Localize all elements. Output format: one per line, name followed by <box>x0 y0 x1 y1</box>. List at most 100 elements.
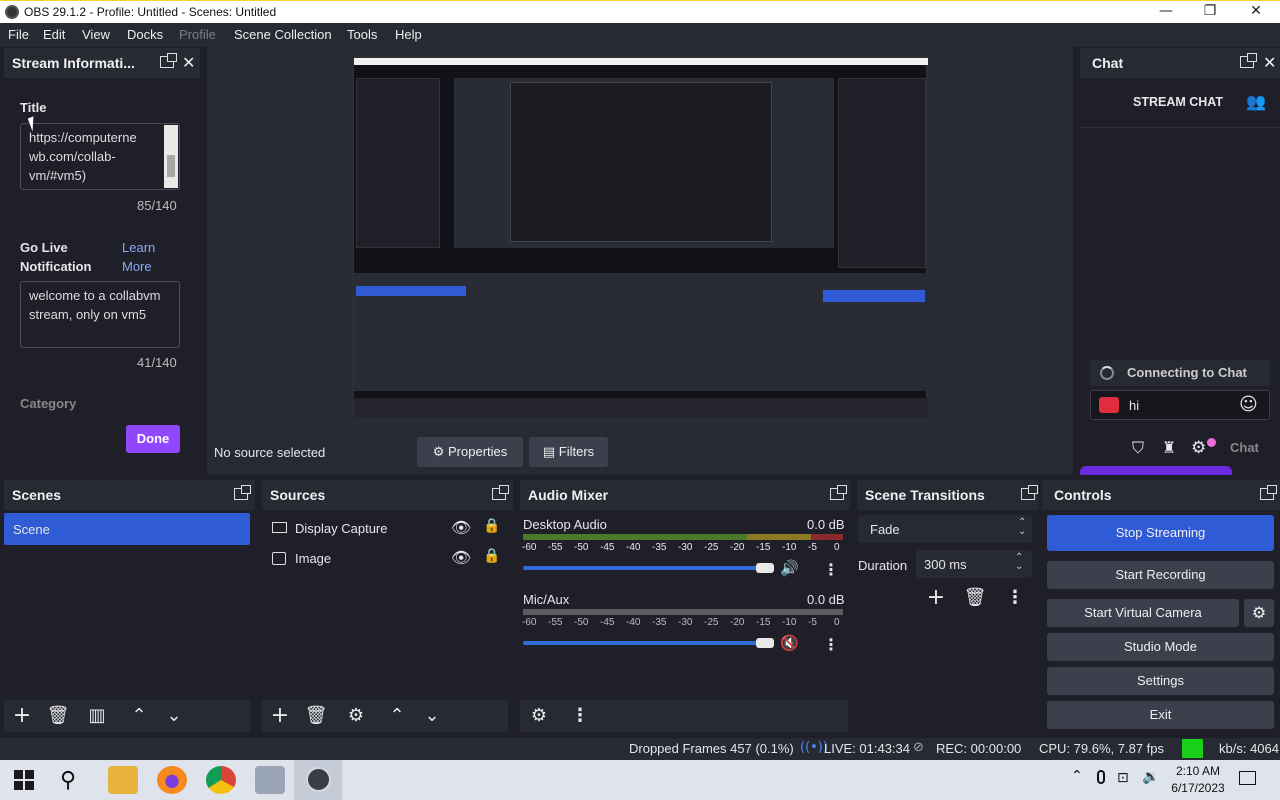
done-button[interactable]: Done <box>126 425 180 453</box>
add-source-icon[interactable]: + <box>267 704 293 728</box>
exit-button[interactable]: Exit <box>1047 701 1274 729</box>
chat-send-button[interactable]: Chat <box>1230 440 1259 455</box>
transitions-header: Scene Transitions <box>857 480 1039 510</box>
transition-select[interactable]: Fade ⌃ ⌄ <box>858 515 1032 543</box>
maximize-button[interactable]: ❐ <box>1190 3 1230 23</box>
firefox-icon[interactable] <box>157 766 187 794</box>
meter-tick-label: -40 <box>626 542 641 553</box>
source-properties-icon[interactable]: ⚙ <box>343 704 369 728</box>
properties-button[interactable]: ⚙ Properties <box>417 437 523 467</box>
meter-tick-label: -50 <box>574 542 589 553</box>
move-down-icon[interactable]: ⌄ <box>419 704 445 728</box>
more-options-icon[interactable]: ⋮ <box>823 635 839 654</box>
scenes-title: Scenes <box>12 487 62 503</box>
preview-toolbar: No source selected ⚙ Properties ▤ Filter… <box>207 430 1073 475</box>
shield-icon[interactable]: ⛉ <box>1132 438 1144 458</box>
speaker-icon[interactable]: 🔊 <box>780 559 799 577</box>
add-transition-icon[interactable]: + <box>923 586 949 610</box>
transition-menu-icon[interactable]: ⋮ <box>1002 586 1028 610</box>
close-dock-icon[interactable]: ✕ <box>182 53 195 72</box>
gift-icon[interactable]: ♜ <box>1162 438 1176 457</box>
title-input[interactable]: https://computerne wb.com/collab-vm/#vm5… <box>20 123 180 190</box>
start-recording-button[interactable]: Start Recording <box>1047 561 1274 589</box>
volume-slider-handle[interactable] <box>756 563 774 573</box>
float-dock-icon[interactable] <box>1021 485 1038 500</box>
chrome-icon[interactable] <box>206 766 236 794</box>
filters-button[interactable]: ▤ Filters <box>529 437 608 467</box>
remove-source-icon[interactable]: 🗑 <box>303 704 329 728</box>
network-icon[interactable]: ⊡ <box>1117 770 1129 786</box>
remove-transition-icon[interactable]: 🗑 <box>962 586 988 610</box>
lock-icon[interactable]: 🔒 <box>483 548 500 564</box>
minimize-button[interactable]: — <box>1146 3 1186 23</box>
add-scene-icon[interactable]: + <box>9 704 35 728</box>
clock[interactable]: 2:10 AM 6/17/2023 <box>1168 763 1228 797</box>
menu-view[interactable]: View <box>82 27 110 42</box>
controls-title: Controls <box>1054 487 1112 503</box>
advanced-audio-icon[interactable]: ⚙ <box>526 704 552 728</box>
duration-spinbox[interactable]: 300 ms ⌃ ⌄ <box>916 550 1032 578</box>
golive-input[interactable]: welcome to a collabvm stream, only on vm… <box>20 281 180 348</box>
search-icon[interactable]: ⚲ <box>60 768 76 793</box>
meter-tick-label: -60 <box>522 542 537 553</box>
menu-docks[interactable]: Docks <box>127 27 163 42</box>
meter-tick-label: -30 <box>678 617 693 628</box>
visibility-eye-icon[interactable]: 👁 <box>451 548 471 567</box>
close-dock-icon[interactable]: ✕ <box>1263 53 1276 72</box>
stop-streaming-button[interactable]: Stop Streaming <box>1047 515 1274 551</box>
muted-speaker-icon[interactable]: 🔇 <box>780 634 799 652</box>
clock-time: 2:10 AM <box>1175 764 1221 778</box>
meter-tick-label: -20 <box>730 617 745 628</box>
scene-list-item[interactable]: Scene <box>4 513 250 545</box>
menu-scene-collection[interactable]: Scene Collection <box>234 27 332 42</box>
float-dock-icon[interactable] <box>492 485 509 500</box>
obs-taskbar-active[interactable] <box>294 760 342 800</box>
channel-db: 0.0 dB <box>807 517 845 532</box>
source-item[interactable]: Display Capture 👁 🔒 <box>262 515 510 543</box>
menu-file[interactable]: File <box>8 27 29 42</box>
menu-edit[interactable]: Edit <box>43 27 65 42</box>
float-dock-icon[interactable] <box>160 53 177 68</box>
emoji-icon[interactable]: ☺ <box>1239 394 1258 415</box>
move-up-icon[interactable]: ⌃ <box>126 704 152 728</box>
chat-input[interactable]: hi ☺ <box>1090 390 1270 420</box>
float-dock-icon[interactable] <box>830 485 847 500</box>
chat-topbar: STREAM CHAT 👥 <box>1080 78 1280 128</box>
mixer-menu-icon[interactable]: ⋮ <box>567 704 593 728</box>
settings-gear-icon[interactable]: ⚙ <box>1191 438 1206 458</box>
windows-start-icon[interactable] <box>14 770 34 790</box>
move-up-icon[interactable]: ⌃ <box>384 704 410 728</box>
camera-icon <box>1099 397 1119 413</box>
float-dock-icon[interactable] <box>234 485 251 500</box>
remove-scene-icon[interactable]: 🗑 <box>45 704 71 728</box>
close-button[interactable]: ✕ <box>1236 3 1276 23</box>
float-dock-icon[interactable] <box>1240 53 1257 68</box>
tray-chevron-icon[interactable]: ⌃ <box>1071 768 1083 784</box>
volume-icon[interactable]: 🔉 <box>1142 769 1159 785</box>
volume-slider[interactable] <box>523 566 764 570</box>
notifications-icon[interactable] <box>1239 771 1256 785</box>
float-dock-icon[interactable] <box>1260 485 1277 500</box>
scene-filters-icon[interactable]: ▥ <box>84 704 110 728</box>
learn-more-link[interactable]: Learn More <box>122 238 172 276</box>
preview-area[interactable] <box>207 47 1073 475</box>
microphone-icon[interactable] <box>1097 770 1105 784</box>
control-panel-icon[interactable] <box>255 766 285 794</box>
virtual-camera-settings-icon[interactable]: ⚙ <box>1244 599 1274 627</box>
menu-profile[interactable]: Profile <box>179 27 216 42</box>
settings-button[interactable]: Settings <box>1047 667 1274 695</box>
more-options-icon[interactable]: ⋮ <box>823 560 839 579</box>
title-scrollbar[interactable] <box>164 125 178 188</box>
volume-slider-handle[interactable] <box>756 638 774 648</box>
file-explorer-icon[interactable] <box>108 766 138 794</box>
menu-tools[interactable]: Tools <box>347 27 377 42</box>
studio-mode-button[interactable]: Studio Mode <box>1047 633 1274 661</box>
visibility-eye-icon[interactable]: 👁 <box>451 518 471 537</box>
start-virtual-camera-button[interactable]: Start Virtual Camera <box>1047 599 1239 627</box>
lock-icon[interactable]: 🔒 <box>483 518 500 534</box>
menu-help[interactable]: Help <box>395 27 422 42</box>
users-icon[interactable]: 👥 <box>1246 92 1266 111</box>
source-item[interactable]: Image 👁 🔒 <box>262 545 510 573</box>
move-down-icon[interactable]: ⌄ <box>161 704 187 728</box>
volume-slider[interactable] <box>523 641 764 645</box>
